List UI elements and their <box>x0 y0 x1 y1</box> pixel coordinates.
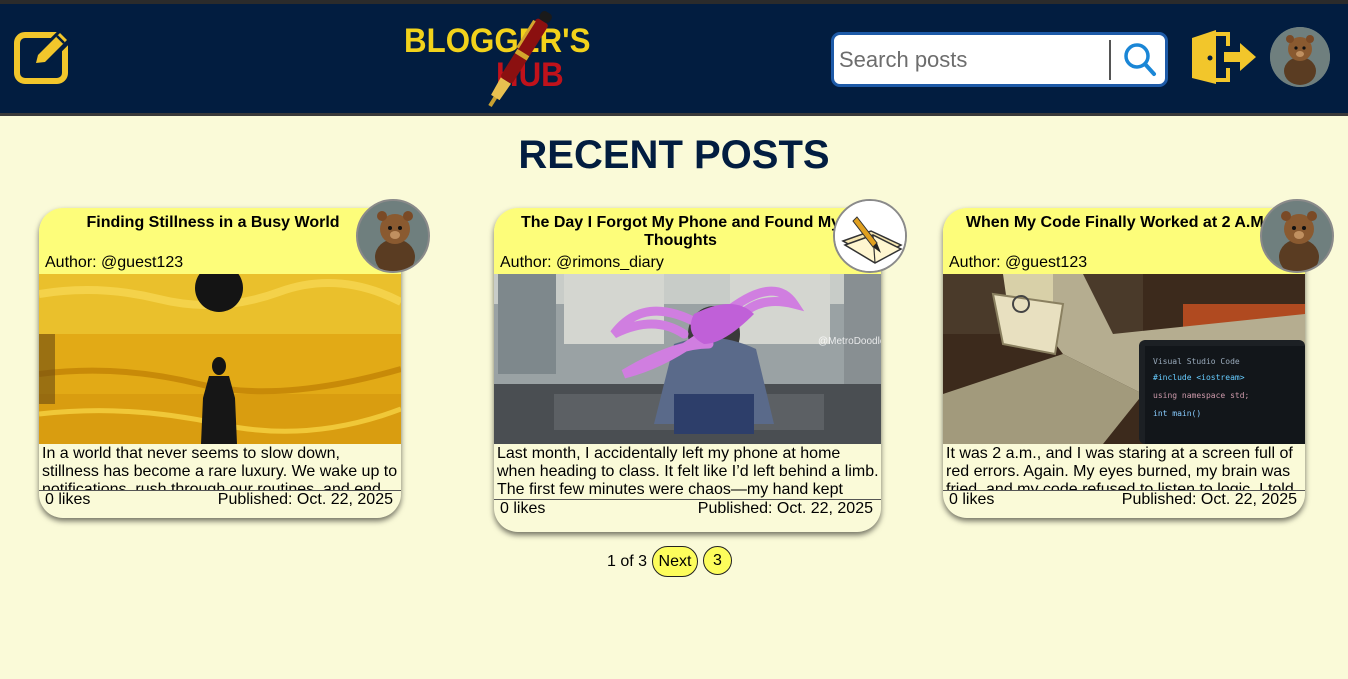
post-likes: 0 likes <box>500 500 546 517</box>
user-avatar[interactable] <box>1270 27 1330 87</box>
teddy-bear-avatar-icon <box>1270 27 1330 87</box>
top-navbar: BLOGGER'S HUB <box>0 0 1348 116</box>
subway-rider-image: @MetroDoodle <box>494 274 881 444</box>
post-title[interactable]: When My Code Finally Worked at 2 A.M. <box>943 214 1291 232</box>
fountain-pen-icon <box>488 11 552 108</box>
post-author[interactable]: Author: @rimons_diary <box>500 254 664 272</box>
magnifier-icon <box>1124 43 1156 76</box>
bloggers-hub-logo[interactable]: BLOGGER'S HUB <box>402 10 602 108</box>
search-divider <box>1109 40 1111 80</box>
page-title: RECENT POSTS <box>518 133 830 177</box>
search-bar <box>831 32 1168 87</box>
post-excerpt: It was 2 a.m., and I was staring at a sc… <box>946 445 1294 491</box>
teddy-bear-avatar-icon <box>358 201 428 271</box>
last-page-button[interactable]: 3 <box>703 546 732 575</box>
post-card-footer: 0 likes Published: Oct. 22, 2025 <box>39 490 401 512</box>
post-author[interactable]: Author: @guest123 <box>45 254 183 272</box>
post-author[interactable]: Author: @guest123 <box>949 254 1087 272</box>
teddy-bear-avatar-icon <box>1262 201 1332 271</box>
post-cover-image[interactable]: @MetroDoodle <box>494 274 881 444</box>
post-title[interactable]: The Day I Forgot My Phone and Found My T… <box>494 214 867 250</box>
logout-door-icon <box>1192 30 1256 84</box>
svg-text:using namespace std;: using namespace std; <box>1153 391 1249 400</box>
post-likes: 0 likes <box>949 491 995 508</box>
svg-text:int main(): int main() <box>1153 409 1201 418</box>
post-likes: 0 likes <box>45 491 91 508</box>
diary-book-avatar-icon <box>835 201 905 271</box>
yellow-painting-image <box>39 274 401 444</box>
post-published-date: Published: Oct. 22, 2025 <box>217 491 393 508</box>
post-card-footer: 0 likes Published: Oct. 22, 2025 <box>943 490 1305 512</box>
post-published-date: Published: Oct. 22, 2025 <box>1121 491 1297 508</box>
post-author-avatar[interactable] <box>833 199 907 273</box>
post-author-avatar[interactable] <box>356 199 430 273</box>
late-night-coding-image: Visual Studio Code #include <iostream> u… <box>943 274 1305 444</box>
svg-text:Visual Studio Code: Visual Studio Code <box>1153 357 1240 366</box>
search-input[interactable] <box>839 43 1107 77</box>
logout-button[interactable] <box>1190 28 1258 86</box>
post-card[interactable]: Finding Stillness in a Busy World Author… <box>39 208 401 518</box>
post-card[interactable]: When My Code Finally Worked at 2 A.M. Au… <box>943 208 1305 518</box>
post-excerpt: In a world that never seems to slow down… <box>42 445 398 491</box>
post-card[interactable]: The Day I Forgot My Phone and Found My T… <box>494 208 881 532</box>
next-page-button[interactable]: Next <box>652 546 698 577</box>
post-cover-image[interactable] <box>39 274 401 444</box>
post-published-date: Published: Oct. 22, 2025 <box>697 500 873 517</box>
svg-text:#include <iostream>: #include <iostream> <box>1153 373 1245 382</box>
top-border <box>0 0 1348 4</box>
search-button[interactable] <box>1120 39 1160 81</box>
post-title[interactable]: Finding Stillness in a Busy World <box>39 214 387 232</box>
pagination: 1 of 3 Next 3 <box>0 546 1348 578</box>
post-card-footer: 0 likes Published: Oct. 22, 2025 <box>494 499 881 521</box>
svg-text:@MetroDoodle: @MetroDoodle <box>818 336 881 347</box>
new-post-button[interactable] <box>14 28 73 85</box>
edit-square-icon <box>14 28 73 84</box>
post-cover-image[interactable]: Visual Studio Code #include <iostream> u… <box>943 274 1305 444</box>
post-excerpt: Last month, I accidentally left my phone… <box>497 445 879 498</box>
post-author-avatar[interactable] <box>1260 199 1334 273</box>
page-indicator: 1 of 3 <box>607 553 648 570</box>
